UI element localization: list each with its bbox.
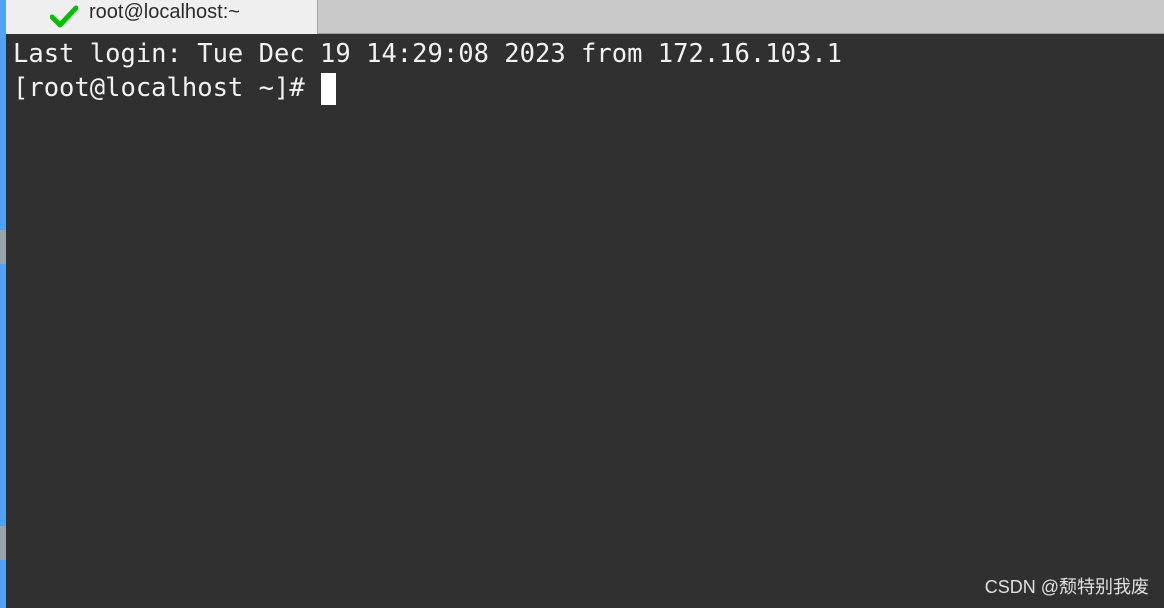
tab-title: root@localhost:~ <box>89 1 240 23</box>
terminal-window: root@localhost:~ Last login: Tue Dec 19 … <box>0 0 1164 608</box>
prompt-line: [root@localhost ~]# <box>13 71 1164 105</box>
terminal-output[interactable]: Last login: Tue Dec 19 14:29:08 2023 fro… <box>6 34 1164 608</box>
tab-bar: root@localhost:~ <box>6 0 1164 34</box>
checkmark-icon <box>49 5 79 29</box>
tab-session[interactable]: root@localhost:~ <box>6 0 318 34</box>
last-login-line: Last login: Tue Dec 19 14:29:08 2023 fro… <box>13 39 843 69</box>
text-cursor <box>320 73 336 105</box>
checkmark-icon-svg <box>50 5 78 28</box>
shell-prompt: [root@localhost ~]# <box>13 73 305 103</box>
watermark: CSDN @颓特别我废 <box>984 577 1149 597</box>
